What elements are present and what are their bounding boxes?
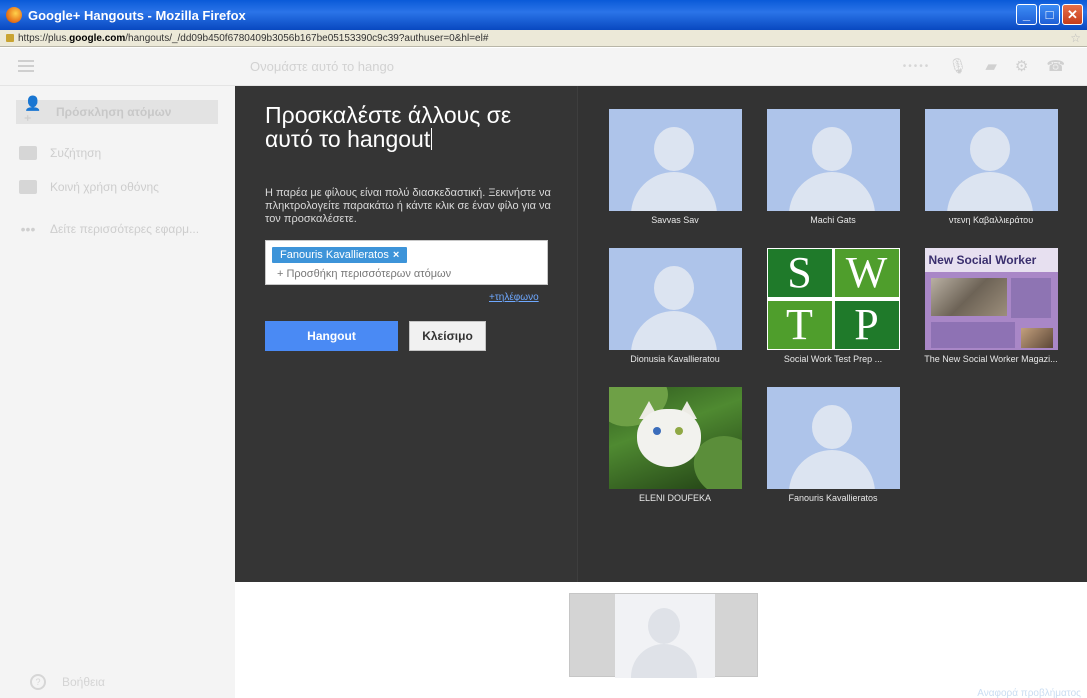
contact-tile[interactable]: ELENI DOUFEKA — [607, 387, 743, 503]
sidebar: 👤⁺ Πρόσκληση ατόμων Συζήτηση Κοινή χρήση… — [0, 86, 235, 698]
invite-panel: Προσκαλέστε άλλους σε αυτό το hangout Η … — [235, 86, 578, 582]
add-more-people[interactable]: + Προσθήκη περισσότερων ατόμων — [277, 268, 451, 280]
contact-name: The New Social Worker Magazi... — [924, 354, 1058, 364]
contact-tile[interactable]: S W T P Social Work Test Prep ... — [765, 248, 901, 364]
self-avatar — [615, 594, 715, 678]
remove-chip-icon[interactable]: × — [393, 249, 399, 261]
hangout-name-input[interactable]: Ονομάστε αυτό το hango — [250, 59, 394, 74]
url-prefix: https://plus. — [18, 32, 70, 44]
help-label: Βοήθεια — [62, 675, 105, 689]
sidebar-item-label: Συζήτηση — [50, 146, 102, 160]
sidebar-item-label: Κοινή χρήση οθόνης — [50, 180, 159, 194]
default-avatar — [608, 248, 742, 350]
contact-name: ELENI DOUFEKA — [638, 493, 712, 503]
contact-name: ντενη Καβαλλιεράτου — [948, 215, 1034, 225]
window-title: Google+ Hangouts - Mozilla Firefox — [28, 7, 246, 23]
default-avatar — [766, 109, 900, 211]
contact-tile[interactable]: Dionusia Kavallieratou — [607, 248, 743, 364]
chat-icon — [18, 145, 38, 161]
maximize-button[interactable]: □ — [1039, 4, 1060, 25]
sidebar-item-label: Δείτε περισσότερες εφαρμ... — [50, 222, 200, 236]
screen-share-icon — [18, 179, 38, 195]
default-avatar — [608, 109, 742, 211]
close-window-button[interactable]: ✕ — [1062, 4, 1083, 25]
contact-name: Savvas Sav — [651, 215, 699, 225]
settings-icon[interactable]: ⚙ — [1015, 57, 1028, 75]
self-video-preview — [569, 593, 758, 678]
cat-photo — [608, 387, 742, 489]
signal-icon: ••••• — [902, 60, 931, 72]
url-domain: google.com — [69, 32, 126, 44]
contact-name: Social Work Test Prep ... — [783, 354, 883, 364]
url-suffix: /hangouts/_/dd09b450f6780409b3056b167be0… — [125, 32, 489, 44]
report-problem-link[interactable]: Αναφορά προβλήματος — [977, 688, 1081, 698]
contact-name: Machi Gats — [810, 215, 856, 225]
sidebar-item-screenshare[interactable]: Κοινή χρήση οθόνης — [18, 174, 159, 200]
sidebar-item-more-apps[interactable]: ••• Δείτε περισσότερες εφαρμ... — [18, 216, 199, 242]
default-avatar — [766, 387, 900, 489]
help-icon: ? — [30, 674, 46, 690]
sidebar-item-label: Πρόσκληση ατόμων — [56, 105, 172, 119]
mute-mic-icon[interactable]: 🎙 — [948, 57, 967, 75]
firefox-icon — [6, 7, 22, 23]
default-avatar — [924, 109, 1058, 211]
contact-tile[interactable]: Machi Gats — [765, 109, 901, 225]
window-controls: _ □ ✕ — [1016, 4, 1083, 25]
header-toolbar: ••••• 🎙 ▰ ⚙ ☎ — [903, 57, 1065, 75]
sidebar-item-chat[interactable]: Συζήτηση — [18, 140, 101, 166]
bookmark-star-icon[interactable]: ☆ — [1070, 31, 1081, 45]
camera-off-icon[interactable]: ▰ — [985, 57, 997, 75]
window-titlebar: Google+ Hangouts - Mozilla Firefox _ □ ✕ — [0, 0, 1087, 30]
contact-tile[interactable]: ντενη Καβαλλιεράτου — [923, 109, 1059, 225]
invite-title: Προσκαλέστε άλλους σε αυτό το hangout — [265, 102, 512, 152]
close-dialog-button[interactable]: Κλείσιμο — [409, 321, 486, 351]
invite-description: Η παρέα με φίλους είναι πολύ διασκεδαστι… — [265, 187, 551, 225]
add-person-icon: 👤⁺ — [24, 95, 42, 128]
add-phone-link[interactable]: +τηλέφωνο — [489, 292, 539, 303]
contact-tile[interactable]: New Social Worker The New Social Worker … — [923, 248, 1059, 364]
sidebar-item-invite[interactable]: 👤⁺ Πρόσκληση ατόμων — [16, 95, 218, 128]
lock-icon — [6, 34, 14, 42]
contact-name: Fanouris Kavallieratos — [788, 493, 878, 503]
address-bar[interactable]: https://plus. google.com/hangouts/_/dd09b… — [0, 30, 1087, 47]
app-header: Ονομάστε αυτό το hango ••••• 🎙 ▰ ⚙ ☎ — [0, 48, 1087, 86]
invitee-chip[interactable]: Fanouris Kavallieratos × — [272, 247, 408, 263]
contact-name: Dionusia Kavallieratou — [630, 354, 720, 364]
invite-input[interactable]: Fanouris Kavallieratos × + Προσθήκη περισ… — [265, 240, 548, 285]
hang-up-icon[interactable]: ☎ — [1046, 57, 1065, 75]
minimize-button[interactable]: _ — [1016, 4, 1037, 25]
hangout-button[interactable]: Hangout — [265, 321, 398, 351]
magazine-cover: New Social Worker — [924, 248, 1058, 350]
contact-tile[interactable]: Fanouris Kavallieratos — [765, 387, 901, 503]
swtp-logo: S W T P — [766, 248, 900, 350]
help-link[interactable]: ? Βοήθεια — [30, 674, 105, 690]
contact-tile[interactable]: Savvas Sav — [607, 109, 743, 225]
more-dots-icon: ••• — [20, 221, 36, 237]
menu-icon[interactable] — [18, 60, 34, 72]
invite-dialog: Προσκαλέστε άλλους σε αυτό το hangout Η … — [235, 86, 1087, 582]
